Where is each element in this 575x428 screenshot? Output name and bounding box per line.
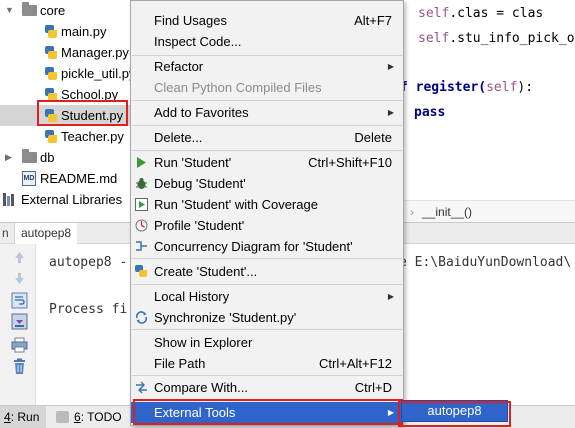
breadcrumb: › __init__()	[400, 200, 575, 222]
tree-item-core[interactable]: ▼ core	[0, 0, 130, 21]
console-line: Process fi	[49, 302, 128, 317]
menu-separator	[132, 150, 402, 151]
chevron-down-icon[interactable]: ▼	[5, 0, 14, 21]
tree-item-external-libraries[interactable]: External Libraries	[0, 189, 130, 210]
python-file-icon	[44, 45, 58, 60]
soft-wrap-icon[interactable]	[11, 292, 28, 309]
context-menu: Find Usages Alt+F7 Inspect Code... Refac…	[130, 0, 404, 426]
menu-item-run-with-coverage[interactable]: Run 'Student' with Coverage	[131, 194, 403, 215]
library-icon	[3, 193, 17, 206]
tree-item-db[interactable]: ▶ db	[0, 147, 130, 168]
menu-separator	[132, 258, 402, 259]
run-icon	[137, 157, 146, 168]
menu-item-add-to-favorites[interactable]: Add to Favorites ▶	[131, 102, 403, 123]
code-editor[interactable]: self.clas = clas self.stu_info_pick_ol f…	[400, 0, 575, 200]
tree-item-label: README.md	[40, 171, 118, 186]
submenu-arrow-icon: ▶	[387, 108, 394, 117]
menu-separator	[132, 375, 402, 376]
todo-icon	[56, 411, 69, 423]
python-icon	[135, 265, 148, 278]
menu-item-compare-with[interactable]: Compare With... Ctrl+D	[131, 377, 403, 398]
tree-item-label: pickle_util.py	[61, 66, 130, 81]
markdown-file-icon: MD	[22, 171, 36, 186]
chevron-right-icon[interactable]: ▶	[5, 147, 12, 168]
tree-item-student-py[interactable]: Student.py	[0, 105, 130, 126]
submenu-arrow-icon: ▶	[387, 292, 394, 301]
run-toolbar	[0, 244, 36, 405]
scroll-to-end-icon[interactable]	[11, 313, 28, 330]
tool-tab-run[interactable]: 4: Run	[0, 406, 46, 428]
tree-item-main-py[interactable]: main.py	[0, 21, 130, 42]
compare-icon	[136, 381, 147, 394]
menu-item-inspect-code[interactable]: Inspect Code...	[131, 31, 403, 52]
run-panel-prefix: n	[2, 226, 9, 240]
menu-item-concurrency-diagram[interactable]: Concurrency Diagram for 'Student'	[131, 236, 403, 257]
concurrency-icon	[136, 241, 147, 251]
code-line: self.clas = clas	[418, 6, 544, 21]
python-file-icon	[44, 24, 58, 39]
python-file-icon	[44, 87, 58, 102]
menu-separator	[132, 284, 402, 285]
tree-item-label: Teacher.py	[61, 129, 124, 144]
trash-icon[interactable]	[11, 358, 28, 375]
code-line: f register(self):	[400, 80, 534, 95]
run-tab-autopep8[interactable]: autopep8	[14, 223, 78, 244]
submenu-arrow-icon: ▶	[387, 408, 394, 417]
breadcrumb-item[interactable]: __init__()	[422, 205, 472, 219]
submenu-item-autopep8[interactable]: autopep8	[427, 403, 481, 418]
menu-item-file-path[interactable]: File Path Ctrl+Alt+F12	[131, 353, 403, 374]
arrow-up-icon[interactable]	[11, 249, 28, 266]
tree-item-teacher-py[interactable]: Teacher.py	[0, 126, 130, 147]
tree-item-label: main.py	[61, 24, 107, 39]
menu-item-run-student[interactable]: Run 'Student' Ctrl+Shift+F10	[131, 152, 403, 173]
menu-item-create-student[interactable]: Create 'Student'...	[131, 261, 403, 282]
menu-item-refactor[interactable]: Refactor ▶	[131, 56, 403, 77]
tool-tab-todo[interactable]: 6: TODO	[56, 406, 122, 428]
python-file-icon	[44, 129, 58, 144]
menu-item-delete[interactable]: Delete... Delete	[131, 127, 403, 148]
menu-separator	[132, 399, 402, 400]
code-line: pass	[414, 105, 446, 120]
console-line: autopep8 -	[49, 255, 128, 270]
python-file-icon	[44, 66, 58, 81]
project-tree: ▼ core main.py Manager.py pickle_util.py…	[0, 0, 130, 212]
debug-icon	[136, 178, 147, 189]
breadcrumb-separator: ›	[410, 205, 414, 219]
arrow-down-icon[interactable]	[11, 270, 28, 287]
submenu-arrow-icon: ▶	[387, 62, 394, 71]
code-line: self.stu_info_pick_ol	[418, 31, 575, 46]
tree-item-readme-md[interactable]: MD README.md	[0, 168, 130, 189]
tree-item-label: External Libraries	[21, 192, 123, 207]
menu-item-profile-student[interactable]: Profile 'Student'	[131, 215, 403, 236]
menu-item-debug-student[interactable]: Debug 'Student'	[131, 173, 403, 194]
tree-item-school-py[interactable]: School.py	[0, 84, 130, 105]
coverage-icon	[135, 198, 148, 211]
external-tools-submenu: autopep8	[401, 400, 508, 422]
menu-item-synchronize[interactable]: Synchronize 'Student.py'	[131, 307, 403, 328]
folder-icon	[22, 2, 37, 16]
menu-item-local-history[interactable]: Local History ▶	[131, 286, 403, 307]
menu-separator	[132, 125, 402, 126]
menu-item-clean-python-compiled-files: Clean Python Compiled Files	[154, 80, 322, 95]
folder-icon	[22, 149, 37, 163]
menu-item-external-tools[interactable]: External Tools ▶	[131, 402, 403, 423]
tree-item-label: db	[40, 150, 55, 165]
tree-item-pickle-util-py[interactable]: pickle_util.py	[0, 63, 130, 84]
menu-separator	[132, 100, 402, 101]
print-icon[interactable]	[11, 336, 28, 353]
sync-icon	[135, 311, 148, 324]
tree-item-label: School.py	[61, 87, 119, 102]
console-line: e E:\BaiduYunDownload\	[399, 255, 572, 270]
tree-item-manager-py[interactable]: Manager.py	[0, 42, 130, 63]
python-file-icon	[44, 108, 58, 123]
menu-item-find-usages[interactable]: Find Usages Alt+F7	[131, 10, 403, 31]
tree-item-label: Manager.py	[61, 45, 129, 60]
menu-item-show-in-explorer[interactable]: Show in Explorer	[131, 332, 403, 353]
profile-icon	[135, 219, 148, 232]
tree-item-label: Student.py	[61, 108, 124, 123]
tree-item-label: core	[40, 3, 66, 18]
menu-separator	[132, 329, 402, 330]
